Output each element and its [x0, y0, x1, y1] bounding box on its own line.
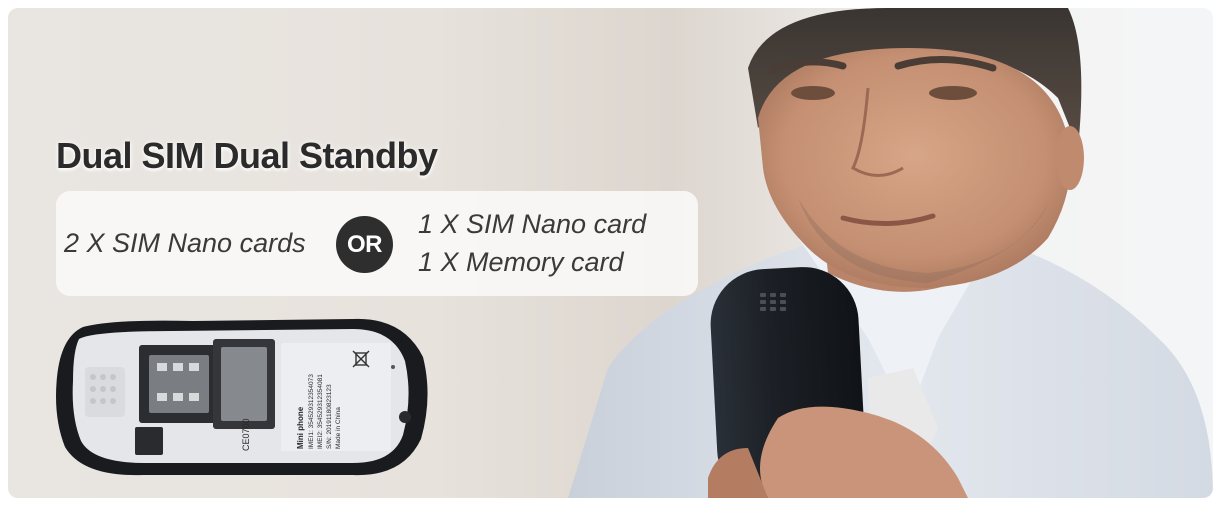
label-serial: S/N: 20191180823123	[326, 384, 333, 449]
option-sim-memory: 1 X SIM Nano card 1 X Memory card	[418, 205, 646, 281]
option-line: 1 X Memory card	[418, 247, 624, 277]
label-imei1: IMEI1: 354529312354073	[308, 374, 315, 449]
option-dual-sim: 2 X SIM Nano cards	[64, 228, 306, 258]
or-badge: OR	[336, 216, 393, 273]
label-origin: Made in China	[335, 407, 342, 449]
headline: Dual SIM Dual Standby	[56, 135, 438, 176]
label-imei2: IMEI2: 354529312354081	[317, 374, 324, 449]
phone-sim-slot-photo: Mini phone IMEI1: 354529312354073 IMEI2:…	[56, 318, 428, 476]
sim-options-panel: 2 X SIM Nano cards OR 1 X SIM Nano card …	[56, 191, 698, 296]
label-model: Mini phone	[296, 406, 305, 449]
product-banner: Dual SIM Dual Standby 2 X SIM Nano cards…	[8, 8, 1213, 498]
label-ce-mark: CE0700	[241, 418, 251, 451]
speaker-grille-icon	[85, 367, 125, 417]
option-line: 1 X SIM Nano card	[418, 209, 647, 239]
weee-bin-icon	[352, 350, 370, 368]
